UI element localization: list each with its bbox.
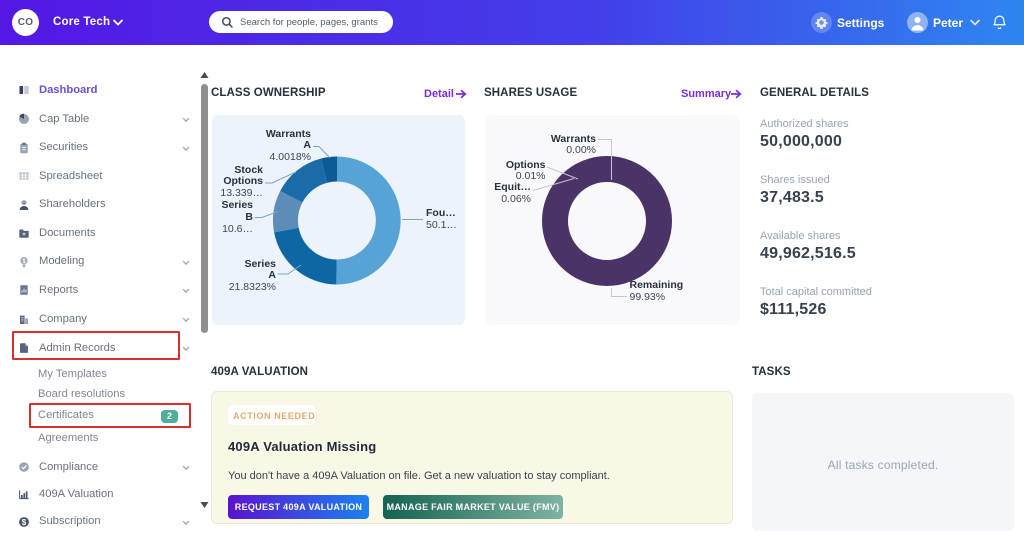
svg-text:$: $ [22, 517, 27, 526]
